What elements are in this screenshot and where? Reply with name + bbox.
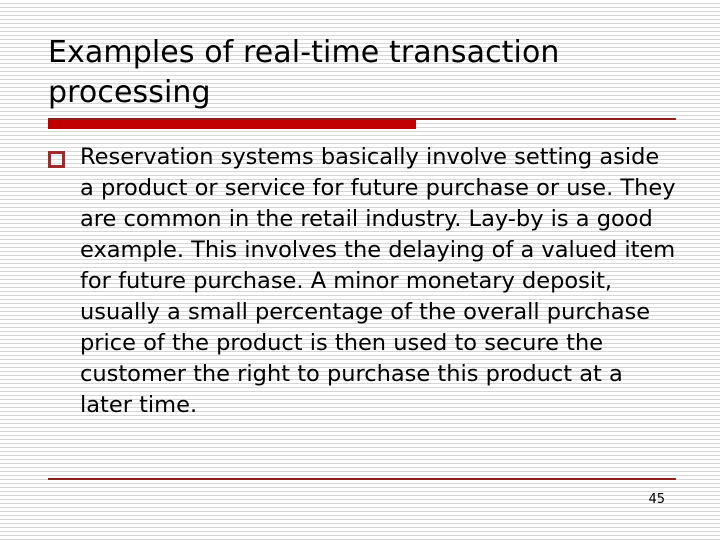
page-number: 45: [648, 492, 665, 507]
slide-title-block: Examples of real-time transaction proces…: [48, 33, 676, 113]
hollow-square-bullet-icon: [48, 151, 65, 168]
page-title: Examples of real-time transaction proces…: [48, 35, 570, 110]
slide-canvas: Examples of real-time transaction proces…: [0, 0, 720, 540]
footer-divider: [48, 478, 676, 480]
list-item: Reservation systems basically involve se…: [48, 142, 680, 421]
title-divider: [48, 118, 676, 130]
title-divider-accent-bar: [48, 120, 416, 129]
list-item-text: Reservation systems basically involve se…: [80, 144, 683, 418]
slide-body: Reservation systems basically involve se…: [48, 142, 680, 421]
